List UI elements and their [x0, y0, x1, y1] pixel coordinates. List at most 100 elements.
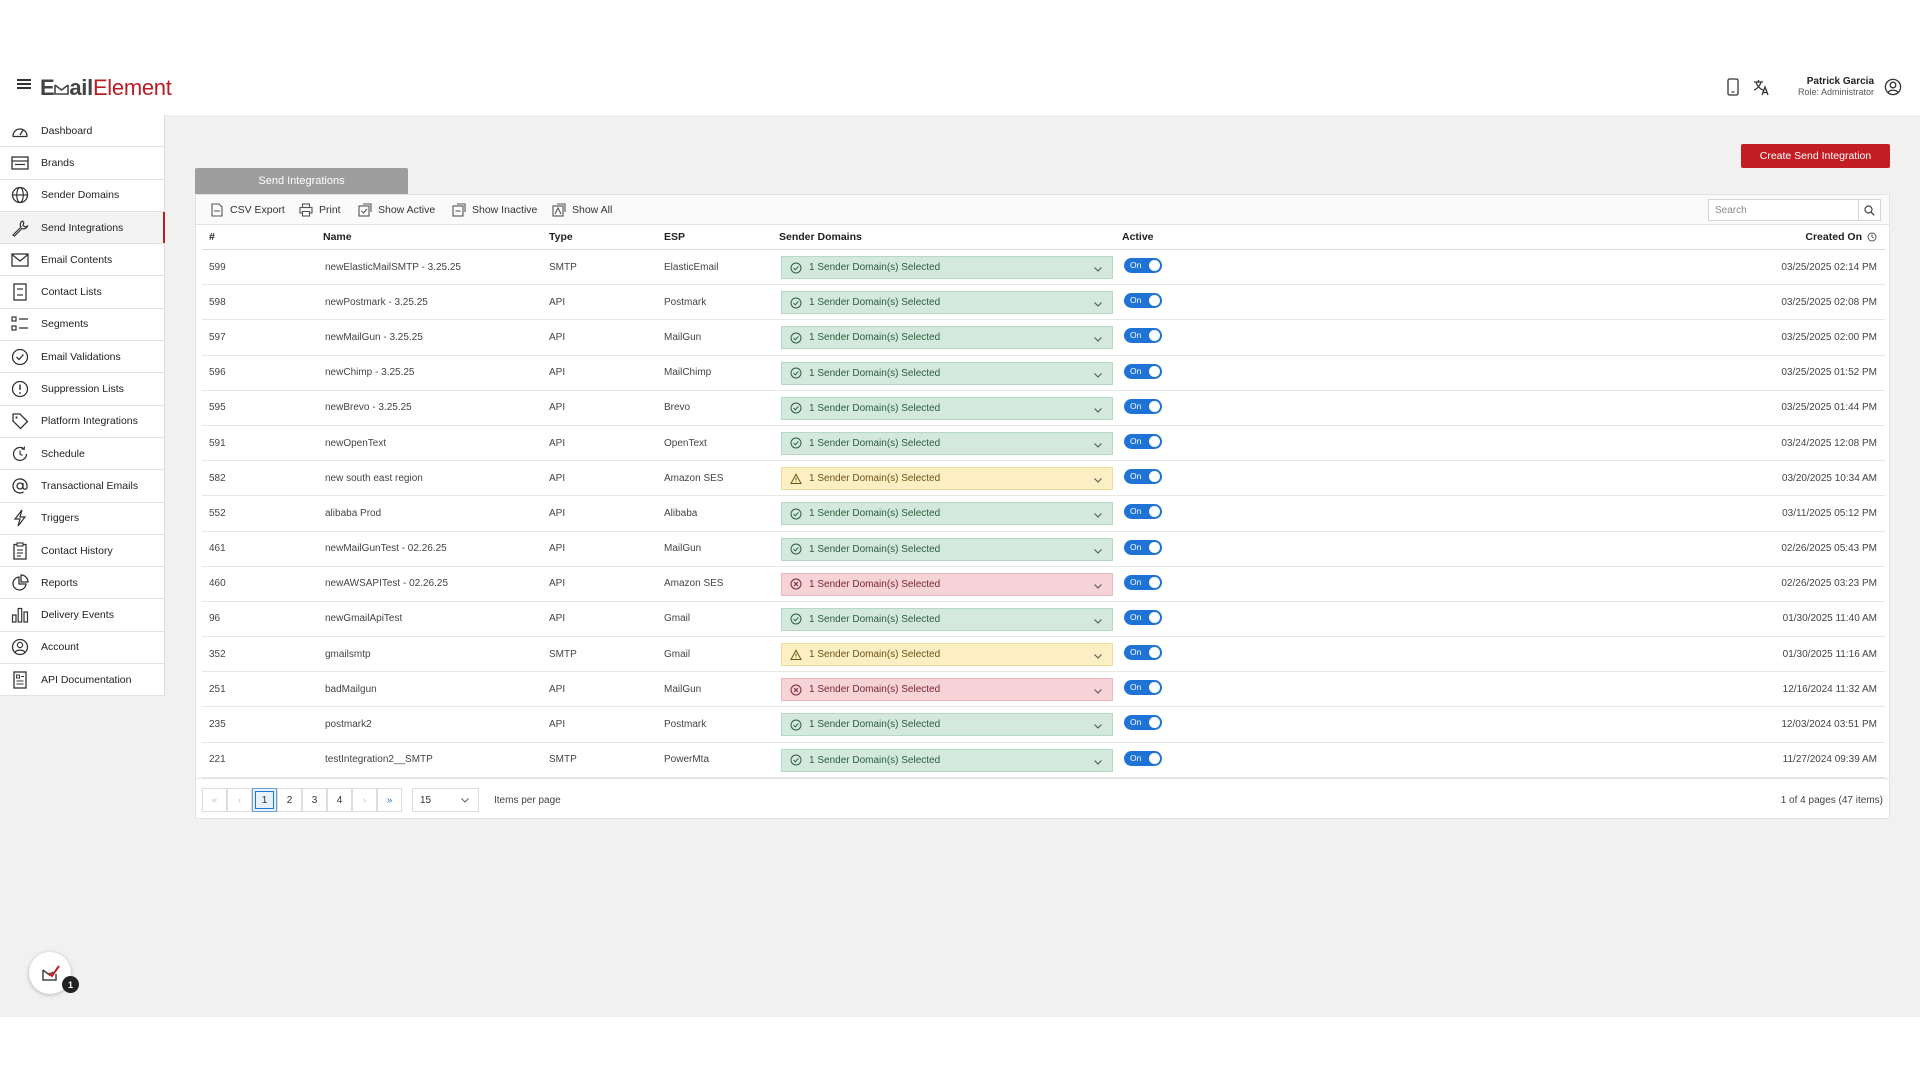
table-row[interactable]: 582 new south east region API Amazon SES 1 S…: [202, 461, 1885, 497]
sidebar-item-api-documentation[interactable]: API Documentation: [0, 664, 164, 697]
sender-domains-dropdown[interactable]: 1 Sender Domain(s) Selected: [781, 256, 1113, 279]
page-button-3[interactable]: 3: [302, 788, 327, 812]
sidebar-item-transactional-emails[interactable]: Transactional Emails: [0, 470, 164, 503]
mobile-device-icon[interactable]: [1724, 78, 1742, 96]
cell-esp: Postmark: [664, 719, 707, 731]
create-send-integration-button[interactable]: Create Send Integration: [1741, 144, 1890, 168]
table-row[interactable]: 598 newPostmark - 3.25.25 API Postmark 1 Sen…: [202, 285, 1885, 321]
column-header-type[interactable]: Type: [549, 225, 573, 249]
sender-domains-dropdown[interactable]: 1 Sender Domain(s) Selected: [781, 748, 1113, 772]
active-toggle[interactable]: On: [1124, 504, 1162, 520]
show-active-button[interactable]: Show Active: [358, 202, 435, 218]
sidebar-item-suppression-lists[interactable]: Suppression Lists: [0, 373, 164, 406]
sidebar-item-email-contents[interactable]: Email Contents: [0, 244, 164, 277]
translate-icon[interactable]: [1752, 78, 1770, 96]
cell-type: API: [549, 331, 566, 343]
table-row[interactable]: 461 newMailGunTest - 02.26.25 API MailGun 1 …: [202, 532, 1885, 567]
sidebar-item-triggers[interactable]: Triggers: [0, 502, 164, 535]
sender-domains-dropdown[interactable]: 1 Sender Domain(s) Selected: [781, 326, 1113, 350]
toggle-knob: [1149, 752, 1160, 764]
table-row[interactable]: 352 gmailsmtp SMTP Gmail 1 Sender Domain(s) …: [202, 637, 1885, 673]
page-button-4[interactable]: 4: [327, 788, 352, 812]
sidebar-item-reports[interactable]: Reports: [0, 567, 164, 600]
sidebar-item-contact-history[interactable]: Contact History: [0, 534, 164, 568]
cell-name: new south east region: [325, 472, 423, 484]
active-toggle[interactable]: On: [1124, 680, 1162, 696]
sidebar-item-delivery-events[interactable]: Delivery Events: [0, 599, 164, 632]
user-avatar-icon[interactable]: [1884, 78, 1902, 96]
active-toggle[interactable]: On: [1124, 574, 1162, 590]
search-icon[interactable]: [1858, 200, 1880, 220]
sidebar-item-dashboard[interactable]: Dashboard: [0, 115, 164, 148]
active-toggle[interactable]: On: [1124, 469, 1162, 485]
last-page-button[interactable]: »: [377, 788, 402, 812]
sender-domains-dropdown[interactable]: 1 Sender Domain(s) Selected: [781, 572, 1113, 596]
active-toggle[interactable]: On: [1124, 539, 1162, 555]
sender-domains-dropdown[interactable]: 1 Sender Domain(s) Selected: [781, 537, 1113, 561]
table-row[interactable]: 460 newAWSAPITest - 02.26.25 API Amazon SES…: [202, 567, 1885, 602]
column-header-active[interactable]: Active: [1122, 225, 1154, 249]
table-row[interactable]: 235 postmark2 API Postmark 1 Sender Domain(s…: [202, 707, 1885, 743]
cell-esp: Gmail: [664, 648, 691, 660]
active-toggle[interactable]: On: [1124, 715, 1162, 731]
active-toggle[interactable]: On: [1124, 609, 1162, 625]
active-toggle[interactable]: On: [1124, 363, 1162, 379]
sidebar-item-send-integrations[interactable]: Send Integrations: [0, 211, 165, 245]
active-toggle[interactable]: On: [1124, 293, 1162, 309]
column-header-name[interactable]: Name: [323, 225, 352, 249]
sender-domains-dropdown[interactable]: 1 Sender Domain(s) Selected: [781, 467, 1113, 491]
logo[interactable]: EailElement: [40, 75, 172, 101]
sender-domains-dropdown[interactable]: 1 Sender Domain(s) Selected: [781, 431, 1113, 455]
sidebar-item-platform-integrations[interactable]: Platform Integrations: [0, 405, 164, 438]
user-info[interactable]: Patrick Garcia Role: Administrator: [1798, 76, 1874, 98]
sender-domains-dropdown[interactable]: 1 Sender Domain(s) Selected: [781, 396, 1113, 420]
sidebar-item-sender-domains[interactable]: Sender Domains: [0, 179, 164, 212]
column-header-esp[interactable]: ESP: [664, 225, 685, 249]
sender-domains-dropdown[interactable]: 1 Sender Domain(s) Selected: [781, 678, 1113, 702]
search-input[interactable]: [1709, 200, 1858, 220]
table-row[interactable]: 595 newBrevo - 3.25.25 API Brevo 1 Sender Do…: [202, 391, 1885, 426]
table-row[interactable]: 591 newOpenText API OpenText 1 Sender Domain…: [202, 426, 1885, 462]
sender-domains-dropdown[interactable]: 1 Sender Domain(s) Selected: [781, 291, 1113, 315]
toggle-label: On: [1130, 682, 1142, 693]
sender-domains-dropdown[interactable]: 1 Sender Domain(s) Selected: [781, 713, 1113, 737]
sidebar-item-segments[interactable]: Segments: [0, 308, 164, 342]
table-row[interactable]: 221 testIntegration2__SMTP SMTP PowerMta 1 S…: [202, 743, 1885, 778]
table-row[interactable]: 596 newChimp - 3.25.25 API MailChimp 1 Sende…: [202, 356, 1885, 391]
column-header-sender-domains[interactable]: Sender Domains: [779, 225, 862, 249]
sender-domains-dropdown[interactable]: 1 Sender Domain(s) Selected: [781, 643, 1113, 667]
page-button-1[interactable]: 1: [252, 788, 277, 812]
csv-export-button[interactable]: CSV Export: [210, 202, 285, 218]
hamburger-menu-icon[interactable]: [17, 77, 31, 91]
sidebar-item-contact-lists[interactable]: Contact Lists: [0, 276, 164, 309]
first-page-button[interactable]: «: [202, 788, 227, 812]
sender-domains-dropdown[interactable]: 1 Sender Domain(s) Selected: [781, 607, 1113, 631]
sidebar-item-account[interactable]: Account: [0, 631, 164, 665]
show-all-button[interactable]: Show All: [552, 202, 612, 218]
active-toggle[interactable]: On: [1124, 258, 1162, 273]
sender-domains-dropdown[interactable]: 1 Sender Domain(s) Selected: [781, 502, 1113, 526]
column-header-id[interactable]: #: [209, 225, 215, 249]
active-toggle[interactable]: On: [1124, 328, 1162, 344]
active-toggle[interactable]: On: [1124, 750, 1162, 766]
next-page-button[interactable]: ›: [352, 788, 377, 812]
column-header-created-on[interactable]: Created On: [1805, 225, 1877, 249]
sender-domains-label: 1 Sender Domain(s) Selected: [809, 684, 941, 696]
show-inactive-button[interactable]: Show Inactive: [452, 202, 537, 218]
table-row[interactable]: 597 newMailGun - 3.25.25 API MailGun 1 Sende…: [202, 320, 1885, 356]
active-toggle[interactable]: On: [1124, 433, 1162, 449]
sidebar-item-brands[interactable]: Brands: [0, 147, 164, 180]
active-toggle[interactable]: On: [1124, 398, 1162, 414]
sender-domains-dropdown[interactable]: 1 Sender Domain(s) Selected: [781, 361, 1113, 385]
items-per-page-select[interactable]: 15: [412, 788, 479, 812]
print-button[interactable]: Print: [299, 202, 341, 218]
sidebar-item-schedule[interactable]: Schedule: [0, 437, 164, 471]
table-row[interactable]: 599 newElasticMailSMTP - 3.25.25 SMTP Elast…: [202, 250, 1885, 286]
table-row[interactable]: 251 badMailgun API MailGun 1 Sender Domain(s…: [202, 672, 1885, 708]
page-button-2[interactable]: 2: [277, 788, 302, 812]
table-row[interactable]: 96 newGmailApiTest API Gmail 1 Sender Domain…: [202, 602, 1885, 638]
prev-page-button[interactable]: ‹: [227, 788, 252, 812]
active-toggle[interactable]: On: [1124, 645, 1162, 661]
table-row[interactable]: 552 alibaba Prod API Alibaba 1 Sender Domain…: [202, 496, 1885, 532]
sidebar-item-email-validations[interactable]: Email Validations: [0, 341, 164, 374]
